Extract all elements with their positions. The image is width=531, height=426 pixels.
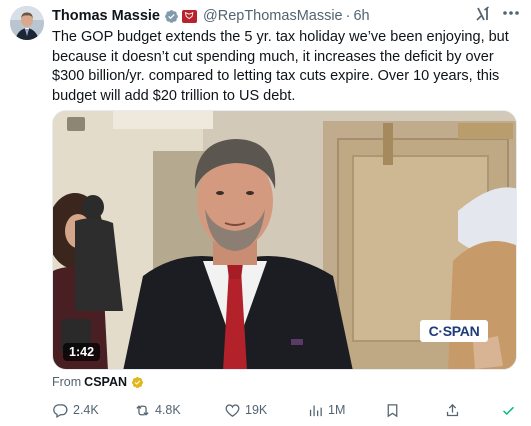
- avatar[interactable]: [10, 6, 44, 40]
- bookmark-icon: [387, 403, 398, 417]
- check-button[interactable]: [500, 400, 521, 420]
- reply-button[interactable]: 2.4K: [52, 400, 99, 420]
- tweet-text: The GOP budget extends the 5 yr. tax hol…: [52, 29, 509, 104]
- like-icon: [225, 403, 240, 417]
- like-count: 19K: [245, 403, 268, 417]
- gold-verified-icon: [131, 376, 144, 389]
- reply-count: 2.4K: [73, 403, 99, 417]
- like-button[interactable]: 19K: [224, 400, 267, 420]
- video-player[interactable]: 1:42 C·SPAN: [52, 110, 517, 370]
- cspan-watermark: C·SPAN: [420, 320, 488, 342]
- author-name[interactable]: Thomas Massie: [52, 8, 160, 24]
- separator-dot: ·: [345, 8, 351, 24]
- views-count: 1M: [328, 403, 346, 417]
- video-duration: 1:42: [63, 343, 101, 361]
- verified-badge-icon[interactable]: [164, 9, 179, 24]
- views-button[interactable]: 1M: [307, 400, 345, 420]
- repost-count: 4.8K: [155, 403, 181, 417]
- repost-button[interactable]: 4.8K: [134, 400, 181, 420]
- tweet-header: Thomas Massie @RepThomasMassie · 6h: [52, 6, 370, 26]
- reply-icon: [53, 403, 68, 418]
- congress-flag-icon: [182, 9, 197, 23]
- share-button[interactable]: [444, 400, 465, 420]
- bookmark-button[interactable]: [384, 400, 405, 420]
- more-icon[interactable]: [500, 4, 522, 22]
- timestamp[interactable]: 6h: [353, 8, 369, 24]
- source-prefix: From: [52, 375, 82, 389]
- author-handle[interactable]: @RepThomasMassie: [203, 8, 343, 24]
- source-attribution: From CSPAN: [52, 375, 144, 389]
- check-icon: [503, 406, 514, 415]
- action-bar: 2.4K 4.8K 19K 1M: [52, 400, 522, 420]
- source-name[interactable]: CSPAN: [84, 375, 127, 389]
- repost-icon: [136, 404, 149, 416]
- share-icon: [446, 403, 459, 416]
- views-icon: [309, 405, 322, 416]
- grok-icon[interactable]: [474, 5, 492, 23]
